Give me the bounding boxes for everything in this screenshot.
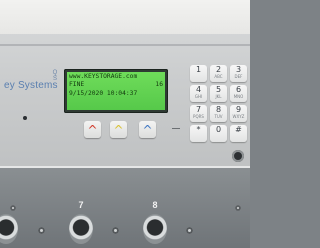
key-8[interactable]: 8 TUV bbox=[210, 105, 227, 122]
panel-rivet-icon bbox=[10, 205, 16, 211]
panel-divider bbox=[172, 128, 180, 129]
port-indicator-icon bbox=[112, 227, 119, 234]
port-label-7: 7 bbox=[78, 200, 84, 210]
arrow-up-red-icon: ^ bbox=[87, 123, 98, 137]
red-arrow-button[interactable]: ^ bbox=[84, 121, 101, 138]
key-1[interactable]: 1 bbox=[190, 65, 207, 82]
key-4[interactable]: 4 GHI bbox=[190, 85, 207, 102]
lcd-display: www.KEYSTORAGE.com FINE 16 9/15/2020 10:… bbox=[64, 69, 168, 113]
key-3[interactable]: 3 DEF bbox=[230, 65, 247, 82]
key-9[interactable]: 9 WXYZ bbox=[230, 105, 247, 122]
status-led-icon bbox=[23, 116, 27, 120]
mounting-screw-icon bbox=[232, 150, 244, 162]
port-label-8: 8 bbox=[152, 200, 158, 210]
lcd-line-2: FINE 16 bbox=[69, 81, 163, 89]
brand-name: ey Systems bbox=[4, 80, 58, 91]
lcd-count-text: 16 bbox=[155, 81, 163, 89]
key-star[interactable]: * bbox=[190, 125, 207, 142]
key-hash[interactable]: # bbox=[230, 125, 247, 142]
key-7[interactable]: 7 PQRS bbox=[190, 105, 207, 122]
keypad: 1 2 ABC 3 DEF 4 GHI 5 JKL 6 MNO 7 PQRS 8 TUV 9W… bbox=[187, 62, 251, 146]
top-strip bbox=[0, 0, 250, 34]
key-2[interactable]: 2 ABC bbox=[210, 65, 227, 82]
lcd-line-1: www.KEYSTORAGE.com bbox=[69, 73, 138, 80]
port-indicator-icon bbox=[38, 227, 45, 234]
arrow-up-blue-icon: ^ bbox=[142, 123, 153, 137]
lcd-status-text: FINE bbox=[69, 81, 85, 89]
lcd-line-3: 9/15/2020 10:04:37 bbox=[69, 89, 138, 97]
key-port-panel bbox=[0, 168, 250, 248]
panel-rivet-icon bbox=[235, 205, 241, 211]
arrow-up-yellow-icon: ^ bbox=[113, 123, 124, 137]
lcd-screen: www.KEYSTORAGE.com FINE 16 9/15/2020 10:… bbox=[67, 72, 165, 110]
blue-arrow-button[interactable]: ^ bbox=[139, 121, 156, 138]
yellow-arrow-button[interactable]: ^ bbox=[110, 121, 127, 138]
key-port-8[interactable] bbox=[143, 214, 167, 244]
key-5[interactable]: 5 JKL bbox=[210, 85, 227, 102]
key-port-7[interactable] bbox=[69, 214, 93, 244]
port-indicator-icon bbox=[186, 227, 193, 234]
key-0[interactable]: 0 bbox=[210, 125, 227, 142]
fascia-edge bbox=[0, 44, 250, 46]
key-6[interactable]: 6 MNO bbox=[230, 85, 247, 102]
